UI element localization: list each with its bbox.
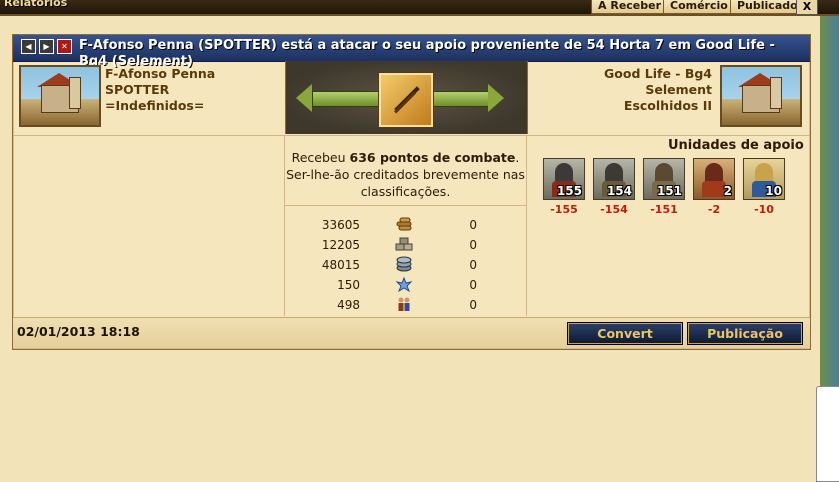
- unit-count: 151: [656, 184, 682, 198]
- resource-gain: 0: [469, 298, 477, 312]
- defender-city-image[interactable]: [720, 65, 802, 127]
- report-title-bar: ◀ ▶ ✕ F-Afonso Penna (SPOTTER) está a at…: [13, 35, 810, 69]
- attacker-city-name[interactable]: F-Afonso Penna: [105, 66, 215, 82]
- resource-gain: 0: [469, 258, 477, 272]
- attacker-alliance-name[interactable]: =Indefinidos=: [105, 98, 215, 114]
- points-prefix: Recebeu: [291, 150, 350, 165]
- window-close-button[interactable]: X: [796, 0, 818, 15]
- divider-top: [13, 135, 810, 136]
- unit-loss: -151: [650, 203, 678, 216]
- resource-row: 48015 0: [285, 255, 526, 275]
- convert-button[interactable]: Convert: [568, 323, 682, 344]
- unit-count: 155: [556, 184, 582, 198]
- unit-count: 10: [765, 184, 782, 198]
- unit-loss: -10: [754, 203, 774, 216]
- resource-value: 12205: [321, 238, 360, 252]
- window-title: Relatórios: [4, 0, 68, 9]
- unit-slinger[interactable]: 2 -2: [693, 158, 735, 216]
- unit-archer[interactable]: 151 -151: [643, 158, 685, 216]
- attacker-section: F-Afonso Penna SPOTTER =Indefinidos=: [19, 63, 279, 131]
- hoplite-icon: 155: [543, 158, 585, 200]
- report-date: 02/01/2013 18:18: [17, 324, 140, 339]
- unit-swordsman[interactable]: 154 -154: [593, 158, 635, 216]
- defender-player-name[interactable]: Selement: [604, 82, 712, 98]
- divider-right: [526, 135, 527, 316]
- publish-button[interactable]: Publicação: [688, 323, 802, 344]
- tab-publicado[interactable]: Publicado: [730, 0, 805, 14]
- attack-banner: [285, 61, 528, 134]
- combat-points-text: Recebeu 636 pontos de combate. Ser-lhe-ã…: [285, 149, 526, 200]
- unit-count: 154: [606, 184, 632, 198]
- resource-gain: 0: [469, 238, 477, 252]
- window-header: Relatórios A Receber Comércio Publicado …: [0, 0, 839, 16]
- resource-row: 150 0: [285, 275, 526, 295]
- resource-gain: 0: [469, 278, 477, 292]
- wood-icon: [396, 217, 412, 231]
- attacker-player-name[interactable]: SPOTTER: [105, 82, 215, 98]
- resource-value: 498: [337, 298, 360, 312]
- spears-icon: [379, 73, 433, 127]
- silver-icon: [396, 256, 412, 272]
- resource-row: 33605 0: [285, 215, 526, 235]
- favor-icon: [395, 276, 413, 292]
- defender-alliance-name[interactable]: Escolhidos II: [604, 98, 712, 114]
- report-panel: ◀ ▶ ✕ F-Afonso Penna (SPOTTER) está a at…: [12, 34, 811, 350]
- resource-gain: 0: [469, 218, 477, 232]
- unit-loss: -2: [707, 203, 721, 216]
- side-panel-edge: [816, 386, 839, 482]
- stone-icon: [395, 237, 413, 251]
- resource-row: 12205 0: [285, 235, 526, 255]
- resource-value: 33605: [321, 218, 360, 232]
- arrow-head-icon: [488, 84, 504, 112]
- resource-row: 498 0: [285, 295, 526, 315]
- support-units-title: Unidades de apoio: [668, 138, 804, 153]
- unit-loss: -155: [550, 203, 578, 216]
- tab-comercio[interactable]: Comércio: [663, 0, 735, 14]
- chariot-icon: 10: [743, 158, 785, 200]
- resource-value: 48015: [321, 258, 360, 272]
- points-amount: 636 pontos de combate: [349, 150, 516, 165]
- defender-section: Good Life - Bg4 Selement Escolhidos II: [527, 63, 810, 131]
- arrow-tail-icon: [296, 84, 312, 112]
- defender-city-name[interactable]: Good Life - Bg4: [604, 66, 712, 82]
- unit-count: 2: [723, 184, 732, 198]
- resource-value: 150: [337, 278, 360, 292]
- prev-report-icon[interactable]: ◀: [21, 39, 36, 54]
- archer-icon: 151: [643, 158, 685, 200]
- report-footer: 02/01/2013 18:18 Convert Publicação: [13, 317, 810, 348]
- swordsman-icon: 154: [593, 158, 635, 200]
- next-report-icon[interactable]: ▶: [39, 39, 54, 54]
- unit-loss: -154: [600, 203, 628, 216]
- slinger-icon: 2: [693, 158, 735, 200]
- tab-a-receber[interactable]: A Receber: [591, 0, 669, 14]
- unit-hoplite[interactable]: 155 -155: [543, 158, 585, 216]
- divider-points: [285, 205, 526, 206]
- population-icon: [398, 297, 410, 311]
- unit-chariot[interactable]: 10 -10: [743, 158, 785, 216]
- attacker-city-image[interactable]: [19, 65, 101, 127]
- delete-report-icon[interactable]: ✕: [57, 39, 72, 54]
